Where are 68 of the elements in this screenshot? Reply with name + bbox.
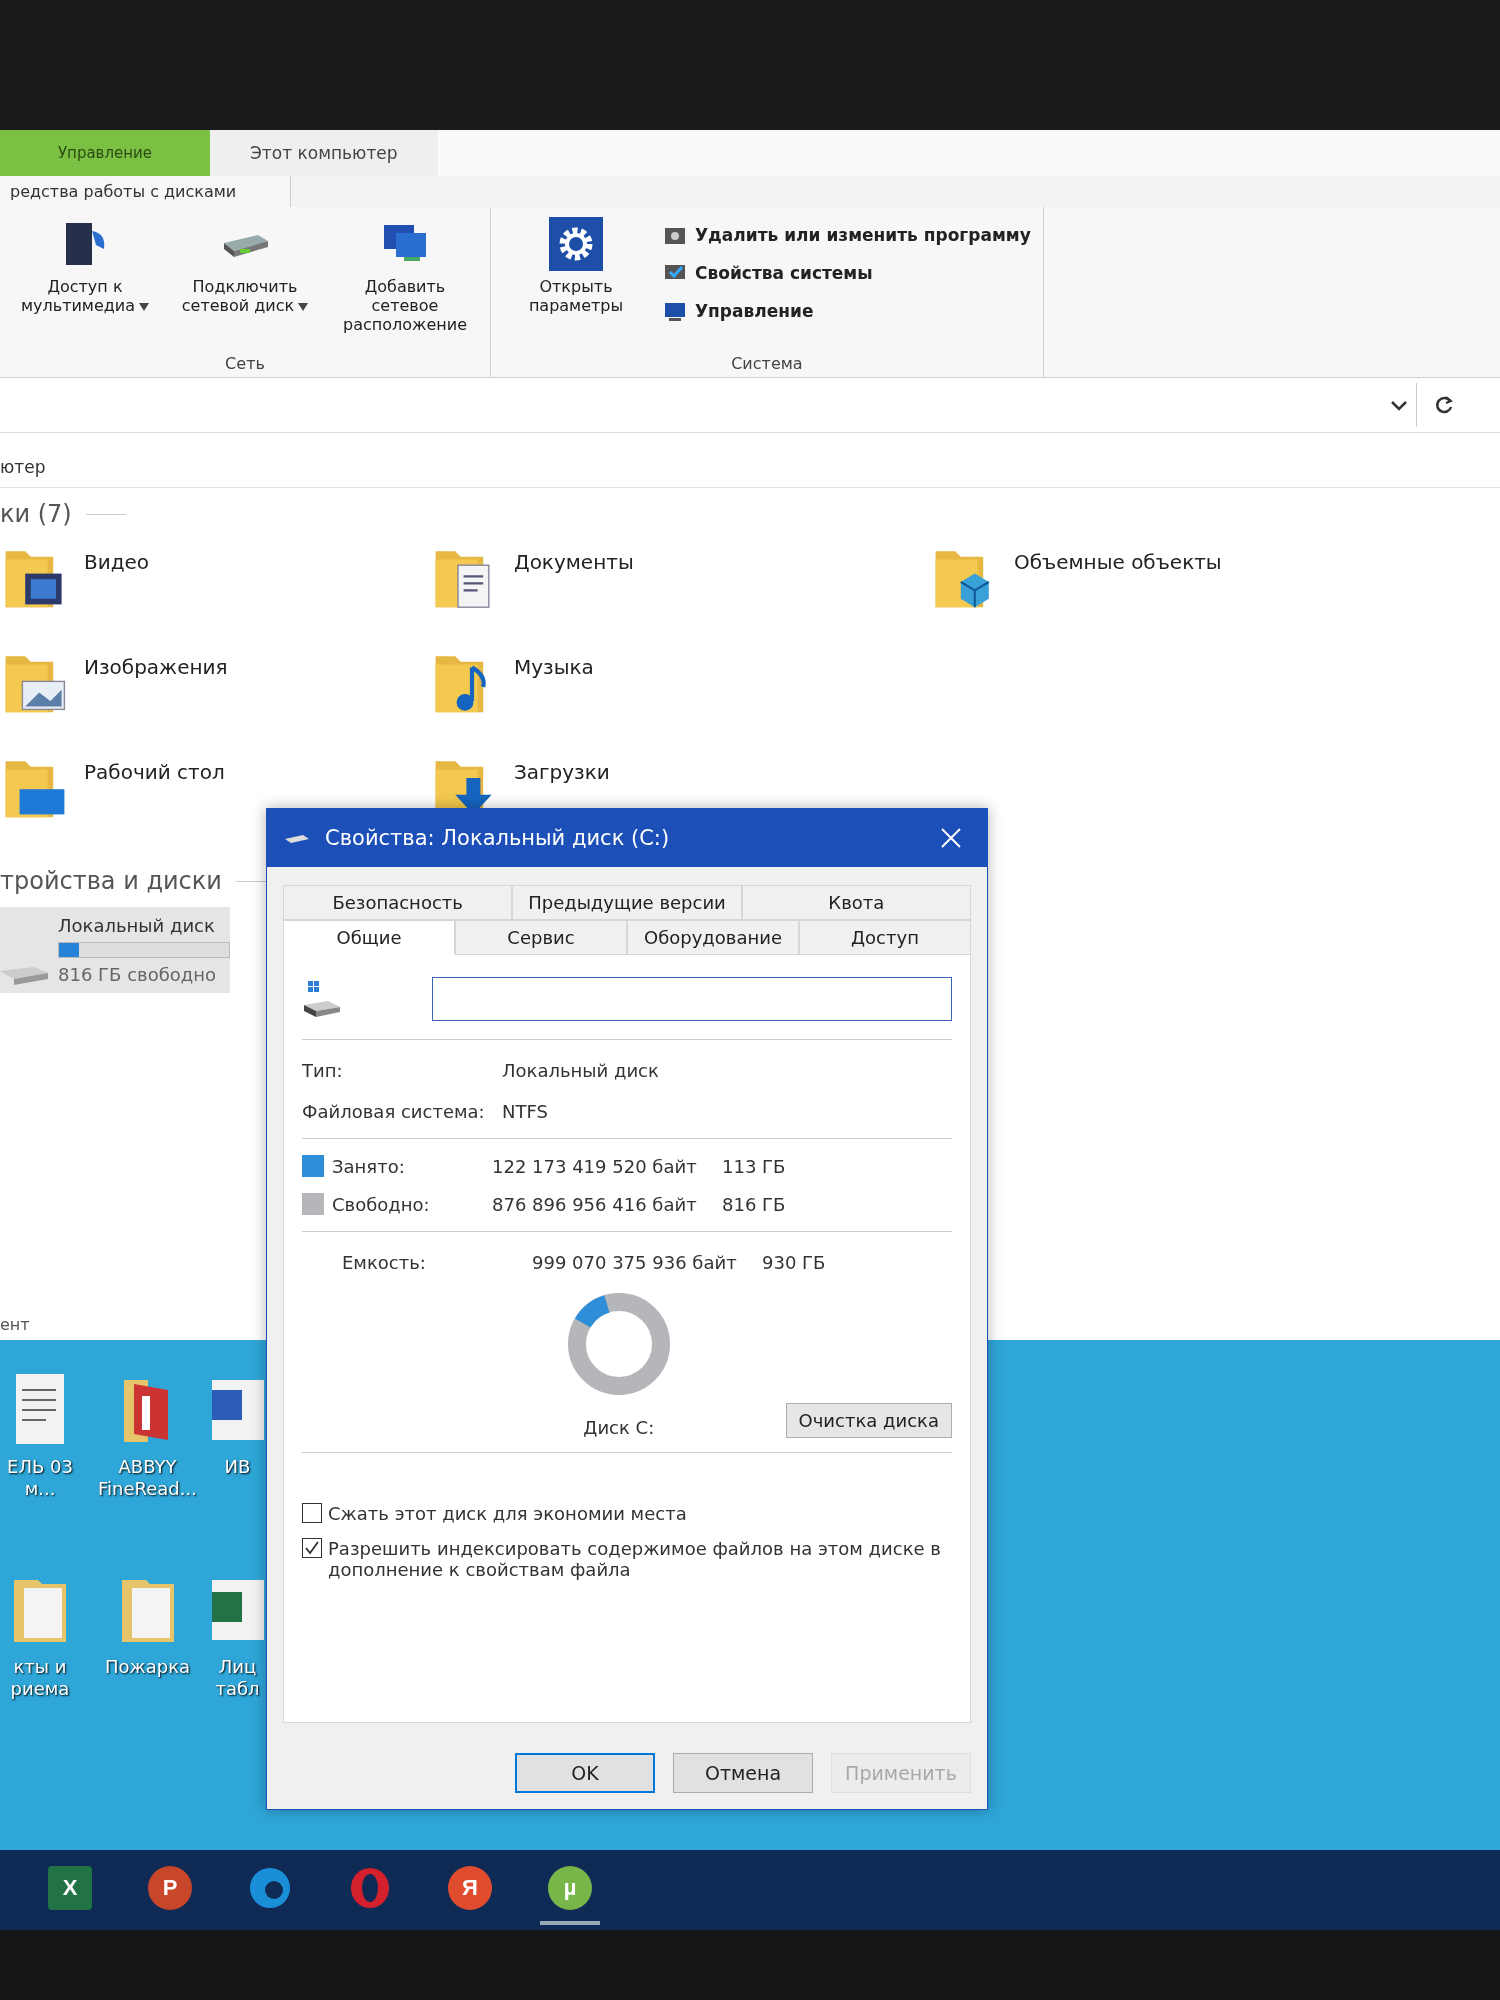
volume-label-field[interactable] bbox=[432, 977, 952, 1021]
ribbon-button[interactable]: Удалить или изменить программу bbox=[661, 221, 1033, 249]
breadcrumb[interactable]: ютер bbox=[0, 457, 46, 477]
space-label: Емкость: bbox=[342, 1252, 427, 1273]
free-space-text: 816 ГБ свободно bbox=[58, 964, 217, 985]
property-label: Файловая система: bbox=[302, 1101, 486, 1122]
checkbox[interactable] bbox=[302, 1503, 322, 1523]
dialog-button[interactable]: OK bbox=[515, 1753, 655, 1793]
powerpoint-icon: P bbox=[148, 1866, 192, 1910]
bytes-value: 876 896 956 416 байт bbox=[492, 1193, 698, 1215]
space-label: Занято: bbox=[332, 1155, 406, 1177]
ribbon-tab[interactable]: Управление bbox=[0, 130, 210, 176]
disk-label: Диск C: bbox=[583, 1417, 655, 1438]
edge-browser-icon bbox=[248, 1866, 292, 1910]
system-drive-icon bbox=[302, 979, 342, 1019]
size-value: 816 ГБ bbox=[722, 1193, 787, 1215]
taskbar-button[interactable]: X bbox=[40, 1855, 100, 1925]
folder-name[interactable]: Рабочий стол bbox=[84, 750, 225, 784]
size-value: 113 ГБ bbox=[722, 1155, 787, 1177]
property-label: Тип: bbox=[302, 1060, 344, 1081]
folder-name[interactable]: Объемные объекты bbox=[1014, 540, 1222, 574]
dialog-tab[interactable]: Оборудование bbox=[627, 920, 799, 955]
ribbon-button[interactable]: Свойства системы bbox=[661, 259, 1033, 287]
close-icon bbox=[940, 827, 962, 849]
section-header[interactable]: тройства и диски bbox=[0, 867, 222, 895]
opera-browser-icon bbox=[348, 1866, 392, 1910]
disk-cleanup-button[interactable]: Очистка диска bbox=[785, 1403, 952, 1438]
torrent-client-icon: µ bbox=[548, 1866, 592, 1910]
checkbox-label[interactable]: Разрешить индексировать содержимое файлов на этом диске в дополнение к свойствам файла bbox=[328, 1538, 952, 1580]
excel-icon: X bbox=[48, 1866, 92, 1910]
section-header[interactable]: ки (7) bbox=[0, 500, 72, 528]
dialog-tab[interactable]: Безопасность bbox=[283, 885, 513, 920]
checkbox-label[interactable]: Сжать этот диск для экономии места bbox=[328, 1503, 687, 1524]
size-value: 930 ГБ bbox=[762, 1252, 827, 1273]
ribbon-button[interactable]: Подключить сетевой диск bbox=[170, 213, 320, 354]
ribbon-group-label: Система bbox=[730, 354, 804, 373]
bytes-value: 122 173 419 520 байт bbox=[492, 1155, 698, 1177]
dialog-tab[interactable]: Сервис bbox=[455, 920, 627, 955]
checkbox[interactable] bbox=[302, 1538, 322, 1558]
ribbon-button[interactable]: Добавить сетевое расположение bbox=[330, 213, 480, 354]
taskbar-button[interactable]: P bbox=[140, 1855, 200, 1925]
folder-name[interactable]: Документы bbox=[514, 540, 634, 574]
ribbon-button[interactable]: Открыть параметры bbox=[501, 213, 651, 354]
folder-name[interactable]: Изображения bbox=[84, 645, 228, 679]
dialog-tab[interactable]: Предыдущие версии bbox=[512, 885, 742, 920]
space-label: Свободно: bbox=[332, 1193, 431, 1215]
property-value: Локальный диск bbox=[502, 1060, 660, 1081]
property-value: NTFS bbox=[502, 1101, 549, 1122]
dialog-tab[interactable]: Общие bbox=[283, 920, 455, 955]
ribbon-group-label: Сеть bbox=[224, 354, 266, 373]
drive-name: Локальный диск bbox=[58, 915, 216, 936]
dialog-button[interactable]: Отмена bbox=[673, 1753, 813, 1793]
yandex-browser-icon: Я bbox=[448, 1866, 492, 1910]
drive-tile[interactable]: Локальный диск 816 ГБ свободно bbox=[0, 907, 230, 993]
status-bar-text: ент bbox=[0, 1314, 31, 1336]
folder-name[interactable]: Загрузки bbox=[514, 750, 610, 784]
settings-icon bbox=[549, 217, 603, 271]
taskbar-button[interactable]: Я bbox=[440, 1855, 500, 1925]
folder-name[interactable]: Видео bbox=[84, 540, 150, 574]
dialog-tab[interactable]: Квота bbox=[741, 885, 971, 920]
folder-name[interactable]: Музыка bbox=[514, 645, 594, 679]
drive-icon bbox=[0, 967, 48, 985]
dialog-tab[interactable]: Доступ bbox=[799, 920, 971, 955]
bytes-value: 999 070 375 936 байт bbox=[532, 1252, 738, 1273]
window-title: Свойства: Локальный диск (C:) bbox=[325, 826, 671, 850]
ribbon-button[interactable]: Доступ к мультимедиа bbox=[10, 213, 160, 354]
ribbon-button[interactable]: Управление bbox=[661, 297, 1033, 325]
ribbon-tab[interactable]: Этот компьютер bbox=[210, 130, 438, 176]
